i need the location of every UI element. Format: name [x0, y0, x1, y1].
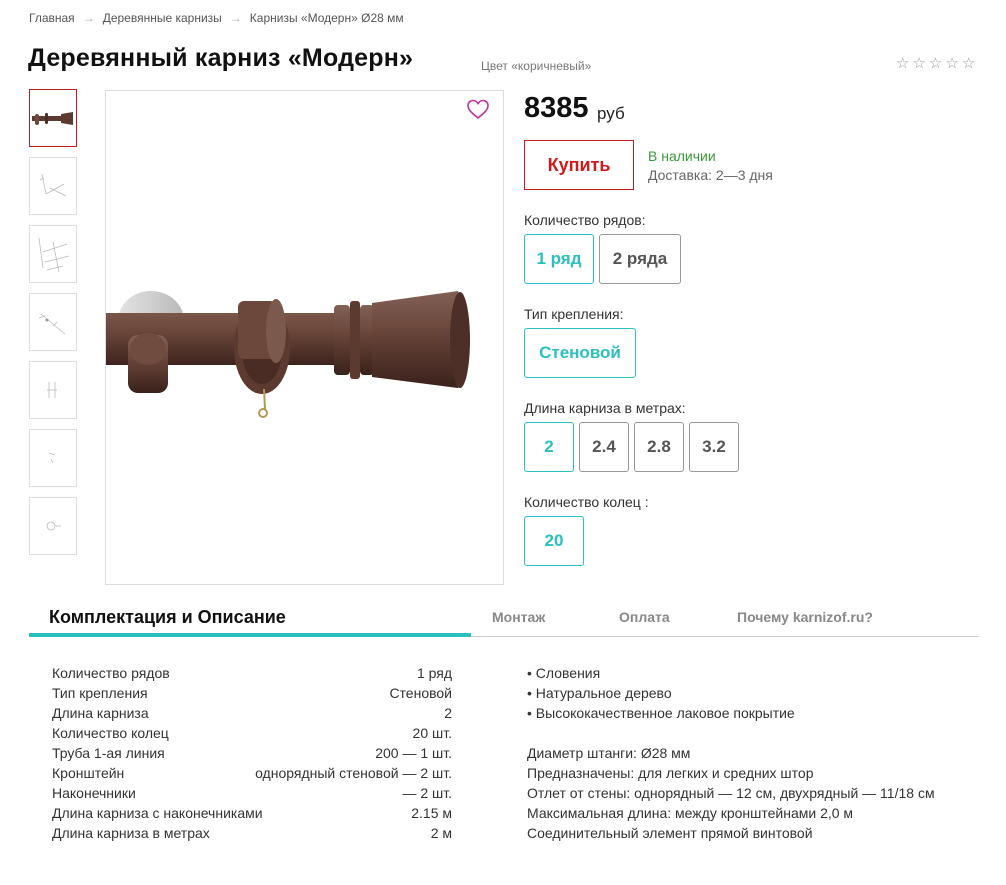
- description-line: Предназначены: для легких и средних штор: [527, 765, 814, 781]
- spec-value: Стеновой: [389, 685, 452, 701]
- arrow-right-icon: →: [82, 11, 95, 25]
- star-icon[interactable]: ☆: [929, 56, 942, 71]
- rows-label: Количество рядов:: [524, 212, 646, 228]
- buy-button[interactable]: Купить: [524, 140, 634, 190]
- spec-value: однорядный стеновой — 2 шт.: [255, 765, 452, 781]
- breadcrumb-current[interactable]: Карнизы «Модерн» Ø28 мм: [250, 11, 404, 25]
- thumbnail-scheme-5[interactable]: [29, 429, 77, 487]
- table-row: Тип крепления Стеновой: [52, 685, 452, 705]
- star-icon[interactable]: ☆: [912, 56, 925, 71]
- star-icon[interactable]: ☆: [945, 56, 958, 71]
- star-icon[interactable]: ☆: [962, 56, 975, 71]
- spec-value: 200 — 1 шт.: [375, 745, 452, 761]
- spec-value: 2.15 м: [411, 805, 452, 821]
- length-label: Длина карниза в метрах:: [524, 400, 686, 416]
- price-value: 8385: [524, 92, 589, 124]
- spec-name: Кронштейн: [52, 765, 125, 781]
- table-row: Наконечники — 2 шт.: [52, 785, 452, 805]
- spec-value: 20 шт.: [412, 725, 452, 741]
- table-row: Кронштейн однорядный стеновой — 2 шт.: [52, 765, 452, 785]
- breadcrumb-home[interactable]: Главная: [29, 11, 75, 25]
- stock-status: В наличии: [648, 148, 716, 164]
- description-text: • Словения • Натуральное дерево • Высоко…: [527, 665, 967, 845]
- thumbnail-scheme-4[interactable]: [29, 361, 77, 419]
- spec-name: Количество колец: [52, 725, 169, 741]
- description-line: Отлет от стены: однорядный — 12 см, двух…: [527, 785, 935, 801]
- mount-label: Тип крепления:: [524, 306, 624, 322]
- thumbnail-scheme-6[interactable]: [29, 497, 77, 555]
- table-row: Длина карниза 2: [52, 705, 452, 725]
- spec-value: 2: [444, 705, 452, 721]
- spec-name: Длина карниза в метрах: [52, 825, 210, 841]
- spec-name: Длина карниза с наконечниками: [52, 805, 263, 821]
- price-currency: руб: [597, 104, 625, 123]
- breadcrumb-wooden-cornices[interactable]: Деревянные карнизы: [103, 11, 222, 25]
- option-mount-wall[interactable]: Стеновой: [524, 328, 636, 378]
- main-product-image[interactable]: [105, 90, 504, 585]
- description-line: [527, 725, 967, 745]
- thumbnail-scheme-3[interactable]: [29, 293, 77, 351]
- description-line: Соединительный элемент прямой винтовой: [527, 825, 813, 841]
- spec-name: Количество рядов: [52, 665, 170, 681]
- description-line: • Высококачественное лаковое покрытие: [527, 705, 795, 721]
- table-row: Длина карниза в метрах 2 м: [52, 825, 452, 845]
- description-line: Максимальная длина: между кронштейнами 2…: [527, 805, 854, 821]
- spec-name: Длина карниза: [52, 705, 149, 721]
- arrow-right-icon: →: [229, 11, 242, 25]
- active-tab-indicator: [29, 633, 471, 637]
- thumbnail-product[interactable]: [29, 89, 77, 147]
- option-rows-2[interactable]: 2 ряда: [599, 234, 681, 284]
- table-row: Количество колец 20 шт.: [52, 725, 452, 745]
- star-icon[interactable]: ☆: [896, 56, 909, 71]
- table-row: Длина карниза с наконечниками 2.15 м: [52, 805, 452, 825]
- spec-name: Тип крепления: [52, 685, 148, 701]
- tab-why-us[interactable]: Почему karnizof.ru?: [737, 609, 873, 625]
- spec-value: 1 ряд: [416, 665, 452, 681]
- description-line: • Словения: [527, 665, 601, 681]
- tab-description[interactable]: Комплектация и Описание: [49, 607, 286, 628]
- rating-stars[interactable]: ☆ ☆ ☆ ☆ ☆: [896, 56, 975, 71]
- description-line: Диаметр штанги: Ø28 мм: [527, 745, 691, 761]
- spec-name: Труба 1-ая линия: [52, 745, 165, 761]
- spec-value: 2 м: [430, 825, 452, 841]
- table-row: Количество рядов 1 ряд: [52, 665, 452, 685]
- description-line: • Натуральное дерево: [527, 685, 672, 701]
- spec-name: Наконечники: [52, 785, 136, 801]
- heart-icon[interactable]: [466, 98, 490, 120]
- thumbnail-scheme-2[interactable]: [29, 225, 77, 283]
- tab-payment[interactable]: Оплата: [619, 609, 670, 625]
- option-length-2-8[interactable]: 2.8: [634, 422, 684, 472]
- rings-label: Количество колец :: [524, 494, 649, 510]
- option-rings-20[interactable]: 20: [524, 516, 584, 566]
- table-row: Труба 1-ая линия 200 — 1 шт.: [52, 745, 452, 765]
- color-note: Цвет «коричневый»: [481, 59, 592, 73]
- page-title: Деревянный карниз «Модерн»: [28, 44, 414, 72]
- option-length-2[interactable]: 2: [524, 422, 574, 472]
- option-rows-1[interactable]: 1 ряд: [524, 234, 594, 284]
- option-length-3-2[interactable]: 3.2: [689, 422, 739, 472]
- delivery-info: Доставка: 2—3 дня: [648, 167, 773, 183]
- thumbnail-list: [29, 89, 77, 555]
- specs-table: Количество рядов 1 ряд Тип крепления Стено…: [52, 665, 452, 845]
- tab-installation[interactable]: Монтаж: [492, 609, 545, 625]
- breadcrumb: Главная → Деревянные карнизы → Карнизы «…: [29, 11, 404, 25]
- tab-bar: Комплектация и Описание Монтаж Оплата По…: [29, 603, 979, 637]
- thumbnail-scheme-1[interactable]: [29, 157, 77, 215]
- spec-value: — 2 шт.: [402, 785, 452, 801]
- option-length-2-4[interactable]: 2.4: [579, 422, 629, 472]
